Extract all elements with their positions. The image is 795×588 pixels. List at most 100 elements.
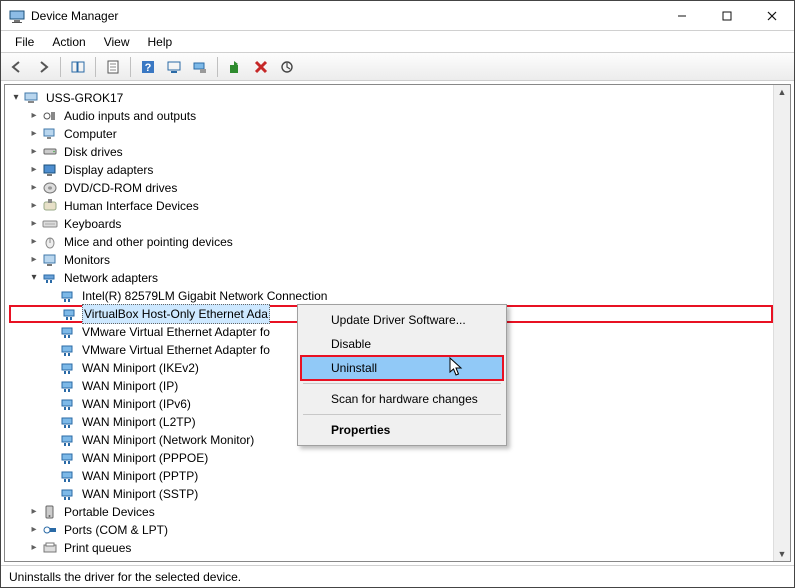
tree-device-label: WAN Miniport (SSTP) [80,485,200,503]
tree-label: Ports (COM & LPT) [62,521,170,539]
scroll-up-icon[interactable]: ▲ [778,87,787,97]
chevron-right-icon[interactable] [27,143,41,161]
toolbar-showhide[interactable] [66,55,90,79]
tree-device[interactable]: WAN Miniport (SSTP) [9,485,773,503]
tree-category[interactable]: Computer [9,125,773,143]
toolbar: ? [1,53,794,81]
tree-root-label: USS-GROK17 [44,89,125,107]
toolbar-forward[interactable] [31,55,55,79]
portable-icon [42,504,58,520]
toolbar-scan-options[interactable] [162,55,186,79]
vertical-scrollbar[interactable]: ▲ ▼ [773,85,790,561]
toolbar-help[interactable]: ? [136,55,160,79]
tree-category[interactable]: DVD/CD-ROM drives [9,179,773,197]
audio-icon [42,108,58,124]
keyboard-icon [42,216,58,232]
tree-category[interactable]: Mice and other pointing devices [9,233,773,251]
dvd-icon [42,180,58,196]
tree-label: Print queues [62,539,133,557]
hid-icon [42,198,58,214]
tree-label: Network adapters [62,269,160,287]
menu-help[interactable]: Help [140,33,181,51]
tree-device-label: WAN Miniport (L2TP) [80,413,198,431]
statusbar-text: Uninstalls the driver for the selected d… [9,570,241,584]
minimize-button[interactable] [659,1,704,30]
context-uninstall[interactable]: Uninstall [301,356,503,380]
computer-icon [24,90,40,106]
chevron-down-icon[interactable] [27,269,41,287]
network-adapter-icon [60,414,76,430]
chevron-right-icon[interactable] [27,503,41,521]
context-separator [303,414,501,415]
toolbar-properties[interactable] [101,55,125,79]
close-button[interactable] [749,1,794,30]
toolbar-scan-hardware[interactable] [275,55,299,79]
tree-category[interactable]: Disk drives [9,143,773,161]
menubar: File Action View Help [1,31,794,53]
tree-label: Audio inputs and outputs [62,107,198,125]
port-icon [42,522,58,538]
toolbar-separator [130,57,131,77]
context-properties[interactable]: Properties [301,418,503,442]
chevron-right-icon[interactable] [27,125,41,143]
tree-device[interactable]: WAN Miniport (PPTP) [9,467,773,485]
tree-category-network[interactable]: Network adapters [9,269,773,287]
tree-label: Portable Devices [62,503,157,521]
display-icon [42,162,58,178]
toolbar-separator [95,57,96,77]
tree-root[interactable]: USS-GROK17 [9,89,773,107]
tree-label: Computer [62,125,119,143]
tree-label: DVD/CD-ROM drives [62,179,179,197]
chevron-right-icon[interactable] [27,233,41,251]
chevron-right-icon[interactable] [27,107,41,125]
tree-device-label: WAN Miniport (Network Monitor) [80,431,256,449]
tree-category[interactable]: Ports (COM & LPT) [9,521,773,539]
toolbar-update-driver[interactable] [223,55,247,79]
tree-label: Mice and other pointing devices [62,233,235,251]
network-adapter-icon [60,396,76,412]
network-icon [42,270,58,286]
menu-view[interactable]: View [96,33,138,51]
menu-action[interactable]: Action [44,33,93,51]
tree-category[interactable]: Print queues [9,539,773,557]
app-icon [9,8,25,24]
tree-device-label: VMware Virtual Ethernet Adapter fo [80,323,272,341]
tree-category[interactable]: Portable Devices [9,503,773,521]
network-adapter-icon [60,486,76,502]
context-update-driver[interactable]: Update Driver Software... [301,308,503,332]
context-disable[interactable]: Disable [301,332,503,356]
context-menu: Update Driver Software... Disable Uninst… [297,304,507,446]
tree-device-label: VirtualBox Host-Only Ethernet Ada [82,304,270,324]
maximize-button[interactable] [704,1,749,30]
toolbar-uninstall[interactable] [249,55,273,79]
svg-text:?: ? [145,62,152,74]
tree-category[interactable]: Display adapters [9,161,773,179]
chevron-down-icon[interactable] [9,89,23,107]
context-scan-hardware[interactable]: Scan for hardware changes [301,387,503,411]
context-separator [303,383,501,384]
statusbar: Uninstalls the driver for the selected d… [1,565,794,587]
chevron-right-icon[interactable] [27,161,41,179]
network-adapter-icon [60,450,76,466]
computer-icon [42,126,58,142]
tree-device[interactable]: Intel(R) 82579LM Gigabit Network Connect… [9,287,773,305]
menu-file[interactable]: File [7,33,42,51]
toolbar-enable[interactable] [188,55,212,79]
tree-category[interactable]: Audio inputs and outputs [9,107,773,125]
tree-category[interactable]: Keyboards [9,215,773,233]
toolbar-separator [60,57,61,77]
content-area: USS-GROK17 Audio inputs and outputs Comp… [4,84,791,562]
chevron-right-icon[interactable] [27,197,41,215]
chevron-right-icon[interactable] [27,521,41,539]
tree-category[interactable]: Human Interface Devices [9,197,773,215]
tree-device-label: WAN Miniport (IPv6) [80,395,193,413]
toolbar-back[interactable] [5,55,29,79]
tree-category[interactable]: Monitors [9,251,773,269]
scroll-down-icon[interactable]: ▼ [778,549,787,559]
tree-device[interactable]: WAN Miniport (PPPOE) [9,449,773,467]
chevron-right-icon[interactable] [27,215,41,233]
disk-icon [42,144,58,160]
chevron-right-icon[interactable] [27,251,41,269]
chevron-right-icon[interactable] [27,179,41,197]
chevron-right-icon[interactable] [27,539,41,557]
